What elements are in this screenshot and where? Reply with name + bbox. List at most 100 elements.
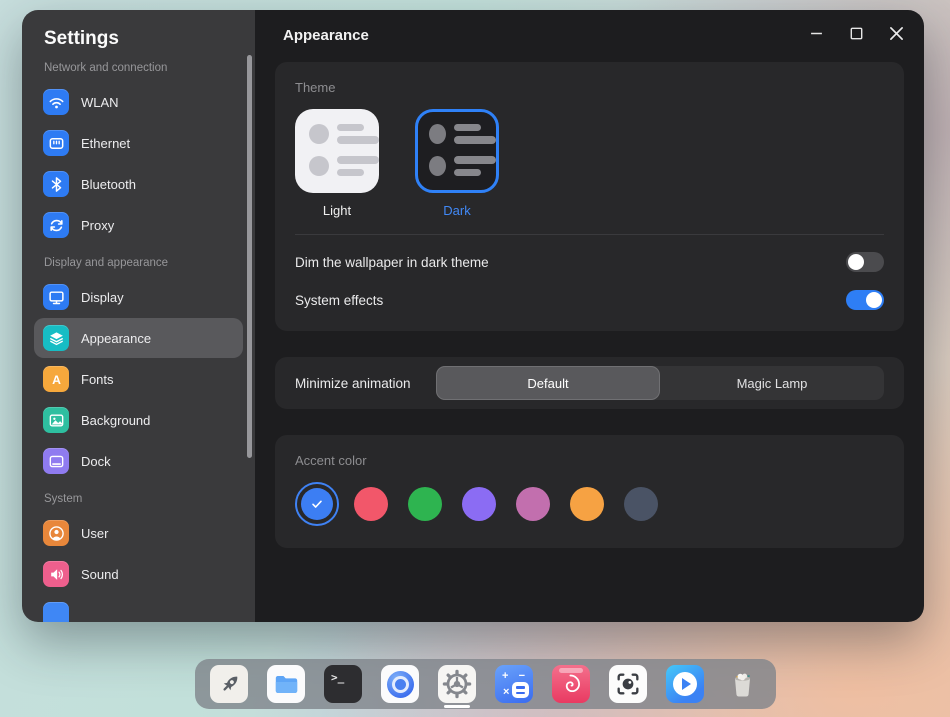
sidebar-section-label: Display and appearance [44,257,233,269]
sidebar-item-label: Bluetooth [81,177,136,192]
sidebar-item-label: Fonts [81,372,114,387]
dock-item-screenshot[interactable] [609,665,647,703]
bluetooth-icon [43,171,69,197]
minimize-icon [810,27,823,43]
theme-option-label: Light [323,203,351,218]
sidebar-item-partial[interactable] [34,595,243,622]
partial-icon [43,602,69,622]
svg-text:A: A [52,372,61,386]
setting-row-system-effects: System effects [295,283,884,317]
sidebar-item-proxy[interactable]: Proxy [34,205,243,245]
minimize-animation-label: Minimize animation [295,376,436,391]
minimize-button[interactable] [808,27,824,43]
sidebar-item-ethernet[interactable]: Ethernet [34,123,243,163]
check-icon [309,496,325,512]
sidebar-item-bluetooth[interactable]: Bluetooth [34,164,243,204]
setting-label: System effects [295,293,383,308]
theme-option-label: Dark [443,203,470,218]
rocket-icon [216,671,243,698]
minimize-animation-segmented: DefaultMagic Lamp [436,366,884,400]
accent-color-card: Accent color [275,435,904,548]
page-title: Appearance [283,27,808,44]
multiply-icon: × [503,686,509,698]
wifi-icon [43,89,69,115]
sidebar-item-label: Display [81,290,124,305]
segment-magic-lamp[interactable]: Magic Lamp [660,366,884,400]
dock-icon [43,448,69,474]
sidebar-item-display[interactable]: Display [34,277,243,317]
sidebar-item-label: WLAN [81,95,119,110]
content-area: Theme Light Dark Dim the wallpaper in dar… [255,60,924,574]
setting-label: Dim the wallpaper in dark theme [295,255,489,270]
dim-wallpaper-toggle[interactable] [846,252,884,272]
terminal-prompt-icon: >_ [331,671,344,684]
theme-option-dark[interactable]: Dark [415,109,499,218]
dock-item-browser[interactable] [381,665,419,703]
sidebar-scrollbar[interactable] [247,55,252,458]
ethernet-icon [43,130,69,156]
sidebar-item-fonts[interactable]: A Fonts [34,359,243,399]
accent-color-dot [624,487,658,521]
dock-item-trash[interactable] [723,665,761,703]
sidebar-nav: Network and connectionWLANEthernetBlueto… [34,62,243,622]
app-title: Settings [44,28,243,50]
sidebar-item-dock[interactable]: Dock [34,441,243,481]
dock: >_ +−× [195,659,776,709]
theme-option-light[interactable]: Light [295,109,379,218]
accent-swatch-red[interactable] [349,482,393,526]
theme-options: Light Dark [295,109,884,218]
accent-color-dot [516,487,550,521]
play-icon [673,672,697,696]
accent-swatch-purple[interactable] [457,482,501,526]
dock-item-file-manager[interactable] [267,665,305,703]
equals-icon [512,682,529,698]
dock-item-media-player[interactable] [666,665,704,703]
dock-item-calculator[interactable]: +−× [495,665,533,703]
theme-card: Theme Light Dark Dim the wallpaper in dar… [275,62,904,331]
dock-item-app-store[interactable] [552,665,590,703]
sidebar-item-label: Dock [81,454,111,469]
sidebar-item-label: Background [81,413,150,428]
maximize-button[interactable] [848,27,864,43]
close-button[interactable] [888,27,904,43]
toggle-knob [866,292,882,308]
accent-color-dot [354,487,388,521]
accent-color-dot [570,487,604,521]
sidebar-item-label: Ethernet [81,136,130,151]
dock-item-terminal[interactable]: >_ [324,665,362,703]
theme-preview-light [295,109,379,193]
sidebar-item-label: User [81,526,108,541]
dock-item-settings[interactable] [438,665,476,703]
sidebar-item-background[interactable]: Background [34,400,243,440]
segment-default[interactable]: Default [436,366,660,400]
sidebar-item-label: Sound [81,567,119,582]
accent-swatch-green[interactable] [403,482,447,526]
accent-swatch-orange[interactable] [565,482,609,526]
accent-swatch-gray[interactable] [619,482,663,526]
toggle-rows: Dim the wallpaper in dark theme System ef… [295,245,884,317]
system-effects-toggle[interactable] [846,290,884,310]
main-panel: Appearance Theme Light Dark Dim the wallp… [255,10,924,622]
theme-preview-dark [415,109,499,193]
theme-section-label: Theme [295,80,884,95]
minus-icon: − [519,670,525,682]
camera-brackets-icon [614,670,642,698]
trash-can-icon [727,669,758,700]
toggle-knob [848,254,864,270]
accent-color-dot [408,487,442,521]
sidebar-item-appearance[interactable]: Appearance [34,318,243,358]
sidebar-item-sound[interactable]: Sound [34,554,243,594]
display-icon [43,284,69,310]
layers-icon [43,325,69,351]
sidebar-item-wlan[interactable]: WLAN [34,82,243,122]
accent-color-swatches [295,482,884,534]
accent-swatch-blue[interactable] [295,482,339,526]
accent-color-label: Accent color [295,453,884,468]
dock-item-launcher[interactable] [210,665,248,703]
sidebar-item-label: Appearance [81,331,151,346]
minimize-animation-card: Minimize animation DefaultMagic Lamp [275,357,904,409]
accent-swatch-magenta[interactable] [511,482,555,526]
sidebar-item-user[interactable]: User [34,513,243,553]
titlebar: Appearance [255,10,924,60]
plus-icon: + [502,670,508,682]
